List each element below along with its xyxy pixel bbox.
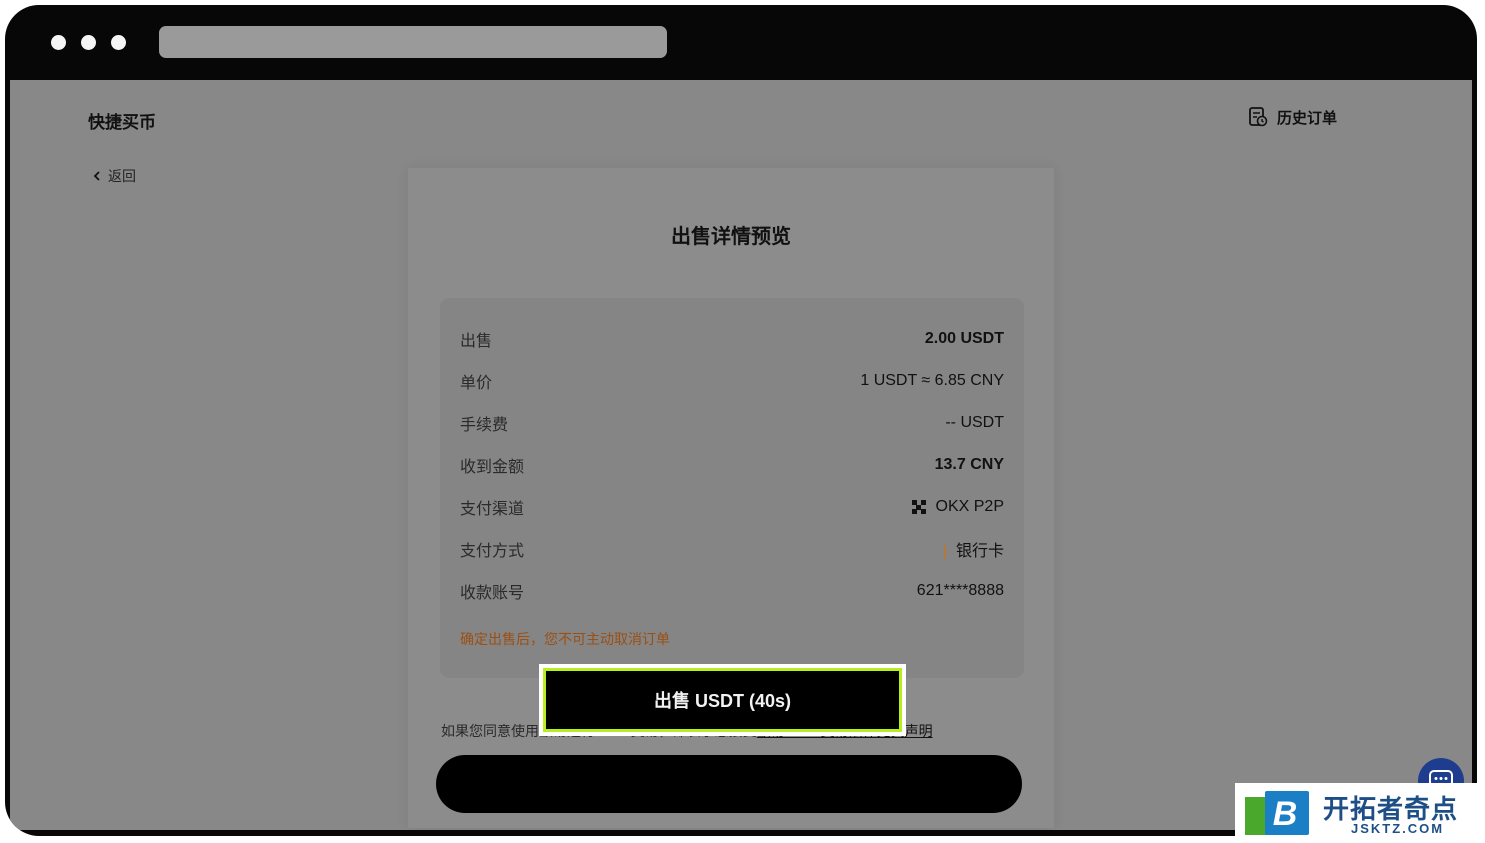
row-payment-channel: 支付渠道 OKX P2P — [460, 495, 1004, 519]
cancel-warning: 确定出售后，您不可主动取消订单 — [460, 631, 670, 647]
payment-method-value: 银行卡 — [955, 543, 1004, 560]
row-label: 单价 — [460, 375, 493, 392]
address-bar[interactable] — [159, 26, 667, 58]
row-label: 支付渠道 — [460, 501, 525, 518]
app-title: 快捷买币 — [88, 113, 156, 132]
details-panel: 出售 2.00 USDT 单价 1 USDT ≈ 6.85 CNY 手续费 --… — [440, 298, 1024, 678]
window-dot-minimize[interactable] — [81, 35, 96, 50]
row-value: 621****8888 — [916, 582, 1004, 599]
history-orders-link[interactable]: 历史订单 — [1247, 106, 1337, 128]
row-value: 银行卡 — [943, 537, 1004, 561]
row-unit-price: 单价 1 USDT ≈ 6.85 CNY — [460, 369, 1004, 393]
back-label: 返回 — [108, 168, 136, 184]
row-payment-method: 支付方式 银行卡 — [460, 537, 1004, 561]
row-received-amount: 收到金额 13.7 CNY — [460, 453, 1004, 477]
payment-channel-value: OKX P2P — [935, 498, 1004, 515]
order-history-icon — [1249, 107, 1268, 127]
chevron-left-icon — [93, 171, 100, 181]
watermark-logo: B — [1245, 791, 1309, 835]
card-title: 出售详情预览 — [671, 226, 791, 248]
row-value: -- USDT — [945, 414, 1004, 431]
row-sell-amount: 出售 2.00 USDT — [460, 327, 1004, 351]
history-orders-label: 历史订单 — [1277, 109, 1338, 127]
watermark-text-en: JSKTZ.COM — [1351, 821, 1445, 836]
sell-usdt-button-label: 出售 USDT (40s) — [653, 691, 792, 711]
window-dot-maximize[interactable] — [111, 35, 126, 50]
row-label: 收到金额 — [460, 459, 525, 476]
row-fee: 手续费 -- USDT — [460, 411, 1004, 435]
row-label: 手续费 — [460, 417, 509, 434]
row-label: 出售 — [460, 333, 493, 350]
row-value: 1 USDT ≈ 6.85 CNY — [860, 372, 1004, 389]
sell-usdt-button[interactable]: 出售 USDT (40s) — [543, 668, 902, 732]
watermark-logo-letter: B — [1273, 795, 1298, 833]
row-value: 2.00 USDT — [924, 330, 1004, 347]
bank-card-marker-icon — [943, 544, 946, 559]
back-link[interactable]: 返回 — [92, 166, 136, 186]
row-value: OKX P2P — [911, 498, 1004, 516]
window-dot-close[interactable] — [51, 35, 66, 50]
okx-logo-icon — [911, 500, 926, 514]
row-label: 支付方式 — [460, 543, 525, 560]
watermark: B 开拓者奇点 JSKTZ.COM — [1235, 783, 1485, 843]
row-value: 13.7 CNY — [934, 456, 1004, 473]
row-label: 收款账号 — [460, 585, 525, 602]
browser-topbar — [5, 5, 1477, 80]
row-account-number: 收款账号 621****8888 — [460, 579, 1004, 603]
sell-button-background[interactable] — [436, 755, 1022, 813]
